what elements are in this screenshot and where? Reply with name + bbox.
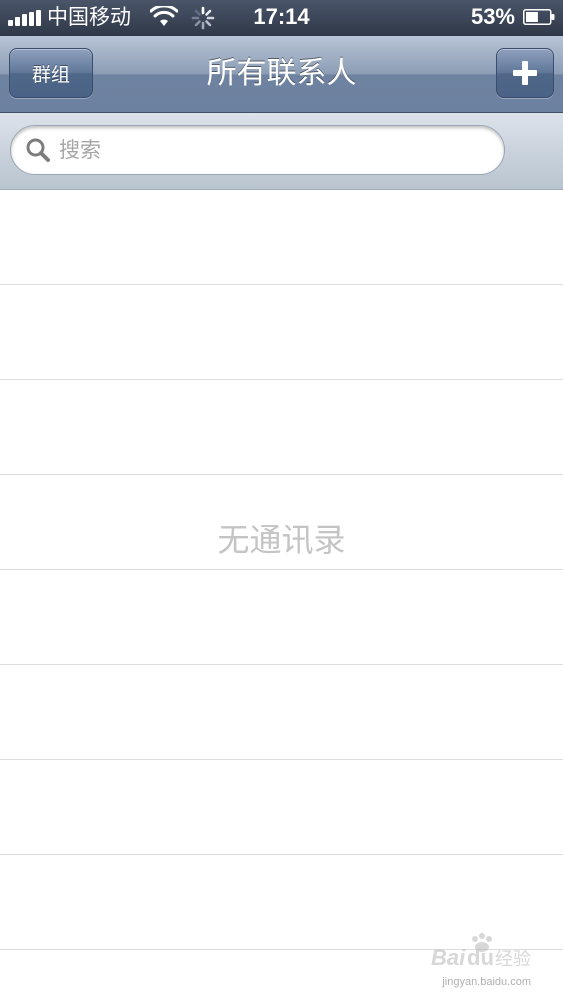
list-divider bbox=[0, 759, 563, 760]
page-title: 所有联系人 bbox=[206, 56, 357, 91]
list-divider bbox=[0, 854, 563, 855]
battery-percentage: 53% bbox=[470, 4, 515, 29]
svg-text:du: du bbox=[467, 945, 494, 970]
navigation-bar: 群组 所有联系人 bbox=[0, 36, 563, 113]
groups-button[interactable]: 群组 bbox=[9, 48, 93, 98]
baidu-jingyan-watermark-logo: Bai du 经验 bbox=[431, 933, 531, 970]
svg-text:经验: 经验 bbox=[495, 949, 531, 970]
battery-icon bbox=[523, 9, 555, 25]
watermark-url: jingyan.baidu.com bbox=[442, 976, 531, 988]
contact-list bbox=[0, 190, 563, 1000]
search-input[interactable] bbox=[59, 138, 479, 162]
list-divider bbox=[0, 474, 563, 475]
search-icon bbox=[26, 138, 50, 162]
empty-state-label: 无通讯录 bbox=[217, 521, 346, 559]
plus-icon bbox=[513, 61, 537, 85]
search-bar bbox=[0, 113, 563, 190]
add-contact-button[interactable] bbox=[496, 48, 554, 98]
list-divider bbox=[0, 379, 563, 380]
status-bar: 中国移动 17:14 53% bbox=[0, 0, 563, 36]
list-divider bbox=[0, 284, 563, 285]
svg-text:Bai: Bai bbox=[431, 945, 466, 970]
list-divider bbox=[0, 664, 563, 665]
list-divider bbox=[0, 569, 563, 570]
search-field[interactable] bbox=[10, 125, 505, 175]
